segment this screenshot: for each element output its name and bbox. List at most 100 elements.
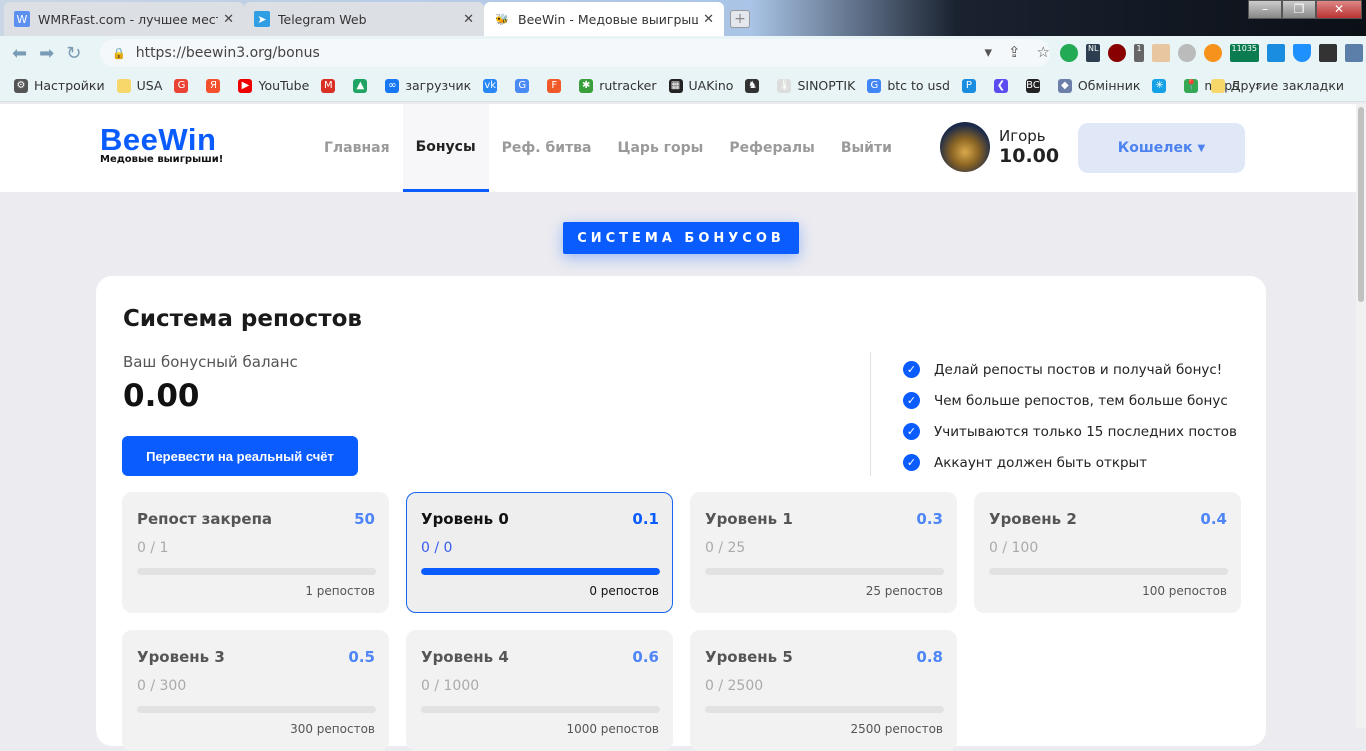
- browser-toolbar: ⬅ ➡ ↻ 🔒 https://beewin3.org/bonus ▾ ⇪ ☆ …: [0, 36, 1366, 70]
- logo-text: BeeWin: [100, 122, 217, 157]
- level-card[interactable]: Уровень 3 0.5 0 / 300 300 репостов: [122, 630, 389, 751]
- bookmark-icon: M: [321, 78, 336, 93]
- level-card[interactable]: Уровень 0 0.1 0 / 0 0 репостов: [406, 492, 673, 613]
- bitcoin-icon[interactable]: [1203, 44, 1222, 62]
- bookmark[interactable]: ▲: [353, 78, 373, 93]
- level-name: Уровень 3: [137, 648, 225, 666]
- nl-badge: NL: [1086, 44, 1101, 62]
- progress-bar: [421, 706, 660, 713]
- bookmark-icon: F: [547, 78, 562, 93]
- bookmark-label: btc to usd: [887, 78, 950, 93]
- bookmark[interactable]: ♞: [745, 78, 765, 93]
- level-card[interactable]: Уровень 4 0.6 0 / 1000 1000 репостов: [406, 630, 673, 751]
- bookmark[interactable]: ▦ UAKino: [668, 78, 733, 93]
- other-bookmarks[interactable]: Другие закладки: [1210, 78, 1344, 93]
- puzzle-icon[interactable]: [1345, 44, 1363, 62]
- divider: [870, 352, 871, 476]
- bookmark-label: YouTube: [258, 78, 310, 93]
- maximize-button[interactable]: ❐: [1282, 0, 1316, 19]
- lock-icon: 🔒: [112, 46, 126, 60]
- bonus-balance: 0.00: [123, 378, 200, 414]
- address-bar[interactable]: 🔒 https://beewin3.org/bonus ▾ ⇪ ☆: [100, 39, 1050, 67]
- reload-icon[interactable]: ↻: [66, 43, 81, 64]
- nav-item[interactable]: Выйти: [828, 104, 905, 192]
- rule-text: Чем больше репостов, тем больше бонус: [934, 392, 1228, 409]
- browser-tab[interactable]: ➤ Telegram Web ✕: [244, 2, 484, 36]
- scrollbar-thumb[interactable]: [1358, 107, 1364, 302]
- back-icon[interactable]: ⬅: [12, 43, 27, 64]
- heart-extension-icon[interactable]: [1293, 44, 1311, 62]
- bookmark[interactable]: ⚙ Настройки: [14, 78, 105, 93]
- rule-item: ✓ Аккаунт должен быть открыт: [903, 447, 1237, 478]
- bookmark[interactable]: USA: [116, 78, 162, 93]
- bookmark[interactable]: P: [961, 78, 982, 93]
- scrollbar[interactable]: [1356, 104, 1366, 728]
- logo-tagline: Медовые выигрыши!: [100, 154, 224, 165]
- nav-item[interactable]: Царь горы: [605, 104, 717, 192]
- litecoin-icon[interactable]: [1177, 44, 1196, 62]
- code-extension-icon[interactable]: [1319, 44, 1337, 62]
- face-extension-icon[interactable]: [1151, 44, 1170, 62]
- close-tab-icon[interactable]: ✕: [223, 12, 234, 27]
- bookmark-icon: Я: [206, 78, 221, 93]
- new-tab-button[interactable]: +: [730, 10, 750, 28]
- bookmark[interactable]: ◆ Обмінник: [1057, 78, 1140, 93]
- bookmark[interactable]: G: [515, 78, 535, 93]
- bookmark-icon: ▦: [668, 78, 683, 93]
- logo[interactable]: BeeWin Медовые выигрыши!: [100, 122, 224, 166]
- share-icon[interactable]: ⇪: [1008, 43, 1021, 61]
- bookmark[interactable]: 🌡 SINOPTIK: [777, 78, 855, 93]
- bookmark[interactable]: M: [321, 78, 341, 93]
- bookmark[interactable]: vk: [483, 78, 503, 93]
- close-tab-icon[interactable]: ✕: [703, 12, 714, 27]
- level-progress: 0 / 2500: [705, 678, 764, 694]
- bookmark[interactable]: BC: [1025, 78, 1046, 93]
- level-progress: 0 / 0: [421, 540, 453, 556]
- avatar[interactable]: [940, 122, 990, 172]
- bookmarks-bar: ⚙ Настройки USA G Я ▶ YouTube M ▲ ∞ загрузчик vk G F ✱…: [0, 70, 1366, 102]
- bookmark[interactable]: ❮: [993, 78, 1014, 93]
- close-tab-icon[interactable]: ✕: [463, 12, 474, 27]
- bookmark[interactable]: Я: [206, 78, 226, 93]
- bookmark-label: rutracker: [599, 78, 657, 93]
- wallet-button[interactable]: Кошелек ▼: [1078, 123, 1245, 173]
- star-icon[interactable]: ☆: [1037, 43, 1050, 61]
- level-progress: 0 / 1000: [421, 678, 480, 694]
- tab-title: BeeWin - Медовые выигрыши!: [518, 11, 698, 27]
- level-card[interactable]: Репост закрепа 50 0 / 1 1 репостов: [122, 492, 389, 613]
- level-name: Репост закрепа: [137, 510, 273, 528]
- nav-item[interactable]: Рефералы: [716, 104, 828, 192]
- ublock-icon[interactable]: [1108, 44, 1127, 62]
- progress-bar: [705, 706, 944, 713]
- bookmark[interactable]: F: [547, 78, 567, 93]
- forward-icon[interactable]: ➡: [39, 43, 54, 64]
- bookmark[interactable]: Gbtc to usd: [867, 78, 950, 93]
- browser-tab[interactable]: 🐝 BeeWin - Медовые выигрыши! ✕: [484, 2, 724, 36]
- level-requirement: 25 репостов: [865, 584, 943, 598]
- minimize-button[interactable]: –: [1248, 0, 1282, 19]
- bookmark[interactable]: ✱ rutracker: [579, 78, 657, 93]
- nav-item[interactable]: Реф. битва: [489, 104, 605, 192]
- download-icon[interactable]: [1267, 44, 1285, 62]
- close-window-button[interactable]: ✕: [1316, 0, 1362, 19]
- bookmark[interactable]: ✳: [1152, 78, 1172, 93]
- level-requirement: 300 репостов: [290, 722, 375, 736]
- browser-tab[interactable]: W WMRFast.com - лучшее место для ✕: [4, 2, 244, 36]
- transfer-button[interactable]: Перевести на реальный счёт: [122, 436, 358, 476]
- level-name: Уровень 5: [705, 648, 793, 666]
- level-card[interactable]: Уровень 5 0.8 0 / 2500 2500 репостов: [690, 630, 957, 751]
- level-card[interactable]: Уровень 1 0.3 0 / 25 25 репостов: [690, 492, 957, 613]
- dropdown-icon[interactable]: ▾: [984, 43, 992, 61]
- vpn-extension-icon[interactable]: [1060, 44, 1078, 62]
- bookmark[interactable]: ∞ загрузчик: [385, 78, 471, 93]
- bookmark[interactable]: ▶ YouTube: [238, 78, 309, 93]
- bookmark-icon: ♞: [745, 78, 760, 93]
- nav-item[interactable]: Главная: [311, 104, 403, 192]
- tab-favicon-icon: ➤: [254, 11, 270, 27]
- bookmark-icon: 🌡: [777, 78, 792, 93]
- level-rate: 0.4: [1200, 510, 1227, 528]
- bookmark[interactable]: G: [174, 78, 194, 93]
- url-text[interactable]: https://beewin3.org/bonus: [136, 45, 320, 61]
- level-card[interactable]: Уровень 2 0.4 0 / 100 100 репостов: [974, 492, 1241, 613]
- nav-item[interactable]: Бонусы: [402, 104, 489, 192]
